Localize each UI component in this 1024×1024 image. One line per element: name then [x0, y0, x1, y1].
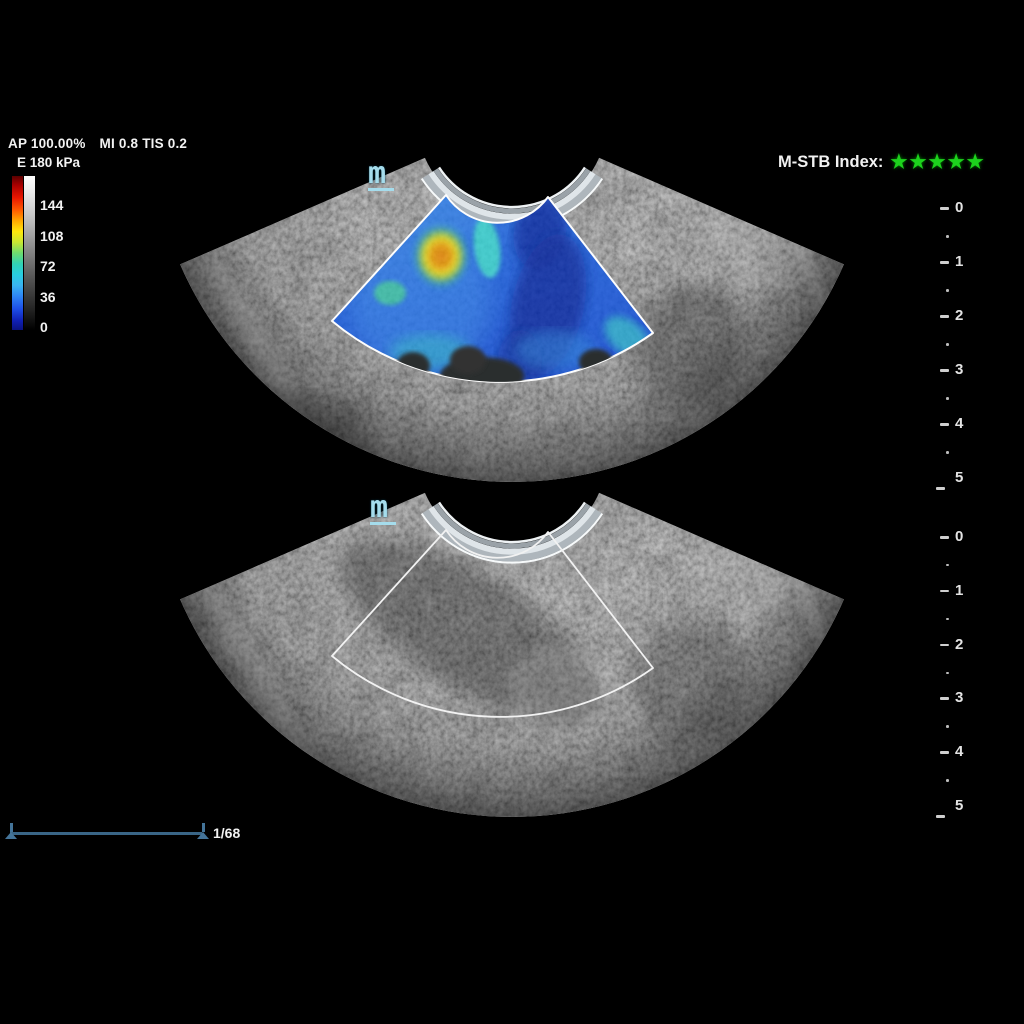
depth-tick-label: 4 [955, 415, 963, 432]
acoustic-output-readout: AP 100.00% MI 0.8 TIS 0.2 [8, 136, 187, 151]
orientation-marker-glyph: m [368, 163, 394, 185]
depth-tick-label: 1 [955, 582, 963, 599]
depth-tick-major [940, 261, 949, 264]
star-icon: ★ [890, 153, 907, 172]
depth-tick-major [940, 207, 949, 210]
depth-tick-minor [946, 343, 949, 346]
mstb-index-label: M-STB Index: [778, 153, 883, 172]
depth-tick-minor [946, 289, 949, 292]
cine-frame-counter: 1/68 [213, 825, 240, 841]
depth-tick-major [940, 315, 949, 318]
mstb-index: M-STB Index: ★★★★★ [778, 153, 986, 172]
depth-tick-label: 0 [955, 199, 963, 216]
mi-label: MI 0.8 [100, 136, 139, 151]
elasto-tick-label: 36 [40, 289, 56, 305]
elasto-tick-label: 108 [40, 228, 63, 244]
depth-tick-label: 0 [955, 528, 963, 545]
depth-tick-label: 2 [955, 636, 963, 653]
star-icon: ★ [948, 153, 965, 172]
depth-tick-minor [946, 672, 949, 675]
mstb-star-rating: ★★★★★ [890, 153, 985, 172]
depth-tick-major [936, 487, 945, 490]
depth-tick-major [940, 423, 949, 426]
depth-tick-major [936, 815, 945, 818]
depth-tick-label: 3 [955, 361, 963, 378]
b-mode-fan-top [150, 120, 874, 500]
star-icon: ★ [909, 153, 926, 172]
cine-start-marker[interactable] [5, 823, 17, 839]
orientation-marker-icon: m [370, 497, 396, 525]
depth-tick-minor [946, 235, 949, 238]
depth-tick-minor [946, 397, 949, 400]
star-icon: ★ [967, 153, 984, 172]
elasto-scale-title: E 180 kPa [17, 155, 80, 170]
depth-tick-label: 1 [955, 253, 963, 270]
depth-tick-minor [946, 451, 949, 454]
depth-tick-minor [946, 725, 949, 728]
elasto-tick-label: 0 [40, 319, 48, 335]
depth-tick-major [940, 697, 949, 700]
depth-tick-label: 5 [955, 797, 963, 814]
orientation-marker-glyph: m [370, 497, 396, 519]
depth-tick-minor [946, 779, 949, 782]
acoustic-power-label: AP 100.00% [8, 136, 86, 151]
depth-tick-major [940, 536, 949, 539]
elasto-tick-label: 72 [40, 258, 56, 274]
grayscale-bar [24, 176, 35, 330]
depth-tick-label: 4 [955, 743, 963, 760]
elasto-tick-label: 144 [40, 197, 63, 213]
depth-tick-major [940, 369, 949, 372]
orientation-marker-icon: m [368, 163, 394, 191]
depth-tick-label: 2 [955, 307, 963, 324]
tis-label: TIS 0.2 [142, 136, 187, 151]
star-icon: ★ [929, 153, 946, 172]
depth-tick-major [940, 751, 949, 754]
depth-tick-label: 3 [955, 689, 963, 706]
elasto-colorbar [12, 176, 23, 330]
depth-tick-minor [946, 618, 949, 621]
b-mode-fan-bottom [150, 455, 874, 835]
ultrasound-app-screen: { "header": { "ap": "AP 100.00%", "mi": … [0, 0, 1024, 1024]
cine-loop-bar[interactable] [10, 832, 202, 835]
cine-end-marker[interactable] [197, 823, 209, 839]
depth-tick-label: 5 [955, 469, 963, 486]
depth-tick-major [940, 644, 949, 647]
depth-tick-major [940, 590, 949, 593]
